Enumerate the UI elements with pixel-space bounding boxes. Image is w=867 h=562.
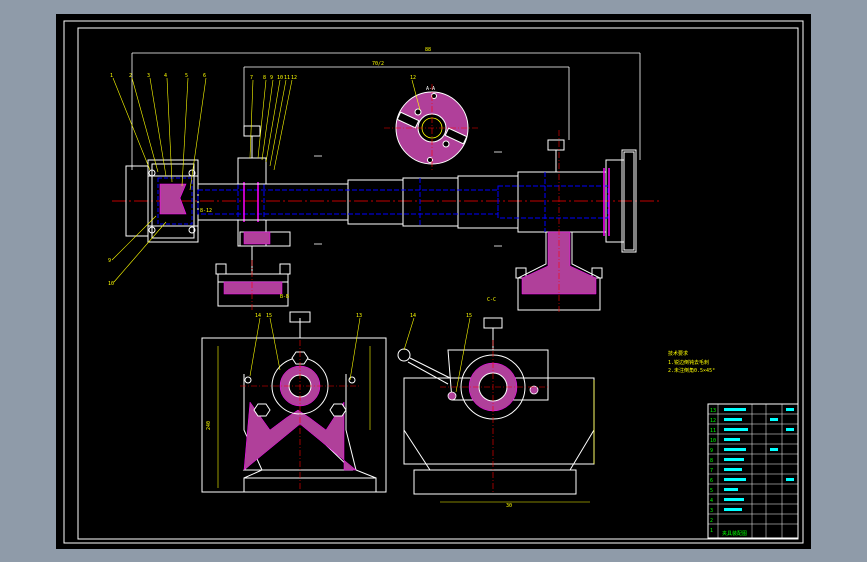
callout-8: 8 — [263, 75, 266, 81]
callout-10: 10 — [277, 75, 283, 81]
tb-row-1: 1 — [710, 528, 713, 534]
lever-pin — [447, 391, 457, 401]
callout-9: 9 — [270, 75, 273, 81]
section-aa-callout: 12 — [410, 75, 416, 81]
angle-note: 8-12 — [200, 208, 212, 214]
notes-title: 技术要求 — [668, 350, 688, 357]
callout-left-a: 9 — [108, 258, 111, 264]
tb-row-13: 13 — [710, 408, 716, 414]
callout-7: 7 — [250, 75, 253, 81]
tb-row-2: 2 — [710, 518, 713, 524]
lever-callout-14: 14 — [410, 313, 416, 319]
tb-row-6: 6 — [710, 478, 713, 484]
cad-drawing-canvas: 88 70/2 1 2 3 4 5 6 7 8 9 10 11 12 9 10 … — [56, 14, 811, 549]
tb-row-4: 4 — [710, 498, 713, 504]
tb-row-3: 3 — [710, 508, 713, 514]
side-height-dim: 240 — [206, 421, 212, 430]
callout-4: 4 — [164, 73, 167, 79]
tb-row-7: 7 — [710, 468, 713, 474]
tb-row-9: 9 — [710, 448, 713, 454]
middle-clamp-section — [243, 231, 271, 245]
callout-3: 3 — [147, 73, 150, 79]
callout-1: 1 — [110, 73, 113, 79]
side-callout-14: 14 — [255, 313, 261, 319]
callout-2: 2 — [129, 73, 132, 79]
side-callout-13: 13 — [356, 313, 362, 319]
upper-dimension: 70/2 — [372, 61, 384, 67]
lever-callout-15: 15 — [466, 313, 472, 319]
overall-dimension: 88 — [425, 47, 431, 53]
side-view-label: B-B — [280, 294, 289, 300]
callout-12: 12 — [291, 75, 297, 81]
callout-6: 6 — [203, 73, 206, 79]
lever-view-label: C-C — [487, 297, 496, 303]
notes-line-2: 2.未注倒角0.5×45° — [668, 367, 715, 374]
callout-left-b: 10 — [108, 281, 114, 287]
title-block-name: 夹具装配图 — [722, 530, 747, 537]
lever-width-dim: 30 — [506, 503, 512, 509]
notes-line-1: 1.锐边倒钝去毛刺 — [668, 359, 709, 366]
side-callout-15: 15 — [266, 313, 272, 319]
callout-5: 5 — [185, 73, 188, 79]
tb-row-12: 12 — [710, 418, 716, 424]
left-support-section — [223, 281, 283, 295]
tb-row-10: 10 — [710, 438, 716, 444]
section-aa-label: A-A — [426, 86, 435, 92]
tb-row-8: 8 — [710, 458, 713, 464]
tb-row-11: 11 — [710, 428, 716, 434]
tb-row-5: 5 — [710, 488, 713, 494]
callout-11: 11 — [284, 75, 290, 81]
